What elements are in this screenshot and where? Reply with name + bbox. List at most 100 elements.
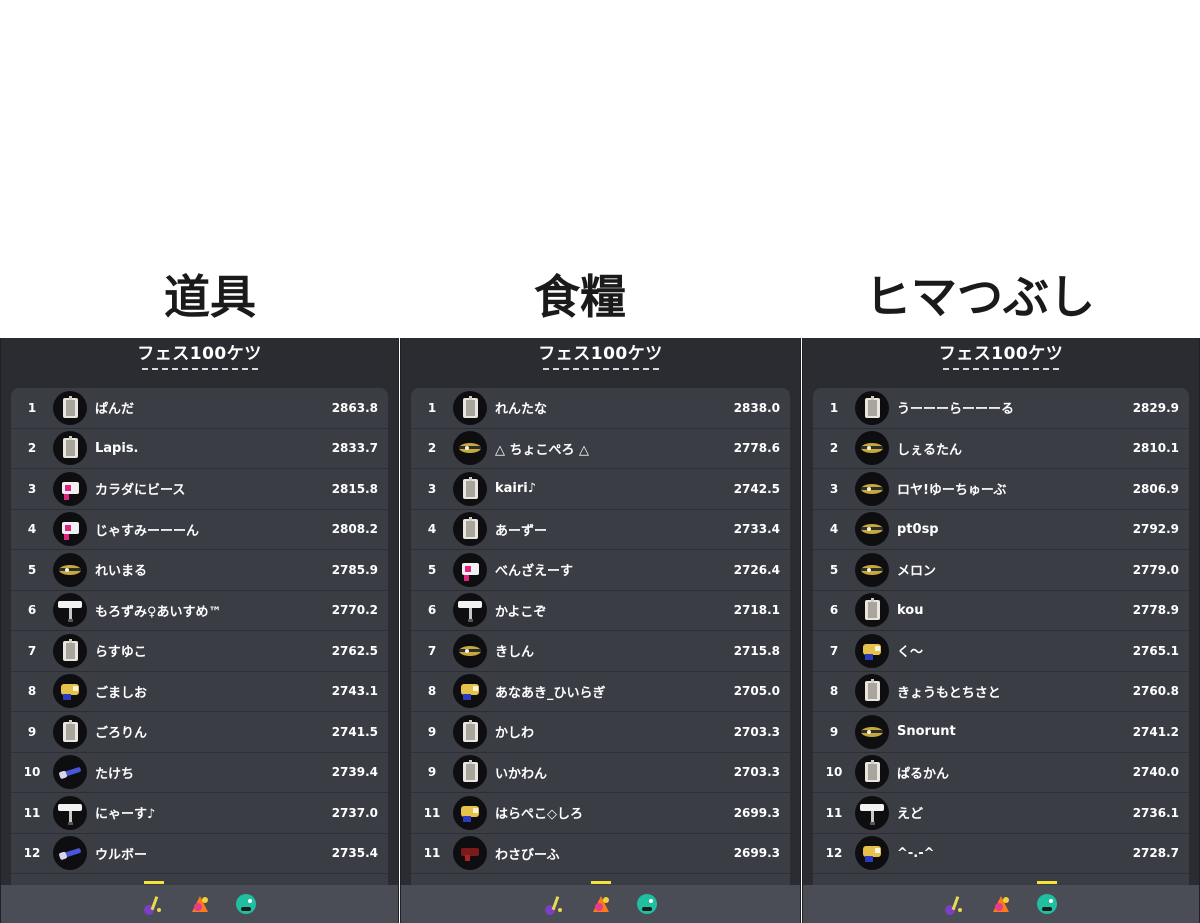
ranking-row[interactable]: 4 あーずー 2733.4 <box>411 510 790 550</box>
ranking-row[interactable]: 9 Snorunt 2741.2 <box>813 712 1189 753</box>
ranking-row[interactable]: 7 きしん 2715.8 <box>411 631 790 672</box>
tab-bar <box>803 881 1199 923</box>
ranking-row[interactable]: 3 カラダにビース 2815.8 <box>11 469 388 510</box>
ranking-row[interactable]: 4 じゃすみーーーん 2808.2 <box>11 510 388 550</box>
fes-power: 2765.1 <box>1132 643 1179 658</box>
leaderboard-panel-tools: フェス100ケツ 1 ぱんだ 2863.8 2 Lapis. 2833.7 3 カラダにビース 2… <box>0 338 399 923</box>
ranking-row[interactable]: 12 ^-.-^ 2728.7 <box>813 834 1189 874</box>
player-name: きしん <box>495 645 535 661</box>
fes-power: 2741.2 <box>1132 724 1179 739</box>
ranking-row[interactable]: 3 kairi♪ 2742.5 <box>411 469 790 510</box>
fes-power: 2742.5 <box>733 481 780 496</box>
weapon-icon <box>53 836 87 871</box>
fes-power: 2736.1 <box>1132 805 1179 820</box>
player-name: Lapis. <box>95 440 139 456</box>
ranking-row[interactable]: 5 べんざえーす 2726.4 <box>411 550 790 591</box>
player-name: うーーーらーーーる <box>897 402 1015 418</box>
fes-power: 2838.0 <box>733 400 780 415</box>
active-tab-indicator <box>590 881 611 884</box>
weapon-icon <box>53 633 87 668</box>
rank-number: 6 <box>829 603 839 618</box>
fes-power: 2699.3 <box>733 846 780 861</box>
tab-tools[interactable] <box>941 890 969 918</box>
ranking-row[interactable]: 9 いかわん 2703.3 <box>411 753 790 793</box>
player-name: ロヤ!ゆーちゅーぶ <box>897 483 1007 499</box>
ranking-row[interactable]: 5 メロン 2779.0 <box>813 550 1189 591</box>
ranking-row[interactable]: 3 ロヤ!ゆーちゅーぶ 2806.9 <box>813 469 1189 510</box>
weapon-icon <box>53 431 87 466</box>
ranking-row[interactable]: 10 ぱるかん 2740.0 <box>813 753 1189 793</box>
ranking-row[interactable]: 6 もろずみ♀あいすめ™ 2770.2 <box>11 591 388 631</box>
weapon-icon <box>453 836 487 871</box>
rank-number: 9 <box>27 724 37 739</box>
ranking-row[interactable]: 6 kou 2778.9 <box>813 591 1189 631</box>
fes-power: 2810.1 <box>1132 441 1179 456</box>
rank-number: 8 <box>27 684 37 699</box>
tab-food[interactable] <box>987 890 1015 918</box>
ranking-row[interactable]: 5 れいまる 2785.9 <box>11 550 388 591</box>
fes-power: 2770.2 <box>331 603 378 618</box>
weapon-icon <box>855 674 889 709</box>
ranking-row[interactable]: 8 きょうもとちさと 2760.8 <box>813 672 1189 712</box>
food-icon <box>186 896 214 922</box>
rank-number: 5 <box>829 562 839 577</box>
ranking-row[interactable]: 12 ウルボー 2735.4 <box>11 834 388 874</box>
ranking-row[interactable]: 4 pt0sp 2792.9 <box>813 510 1189 550</box>
weapon-icon <box>453 471 487 506</box>
fes-power: 2808.2 <box>331 522 378 537</box>
tab-fun[interactable] <box>232 890 260 918</box>
rank-number: 4 <box>829 522 839 537</box>
weapon-icon <box>855 431 889 466</box>
fes-power: 2728.7 <box>1132 846 1179 861</box>
tab-food[interactable] <box>587 881 615 918</box>
ranking-row[interactable]: 1 うーーーらーーーる 2829.9 <box>813 388 1189 429</box>
rank-number: 2 <box>27 441 37 456</box>
ranking-row[interactable]: 8 あなあき_ひいらぎ 2705.0 <box>411 672 790 712</box>
tab-food[interactable] <box>186 890 214 918</box>
leaderboard-panel-fun: フェス100ケツ 1 うーーーらーーーる 2829.9 2 しぇるたん 2810.1 3 ロヤ!… <box>802 338 1200 923</box>
player-name: pt0sp <box>897 521 939 537</box>
ranking-row[interactable]: 9 ごろりん 2741.5 <box>11 712 388 753</box>
ranking-row[interactable]: 9 かしわ 2703.3 <box>411 712 790 753</box>
ranking-row[interactable]: 11 わさびーふ 2699.3 <box>411 834 790 874</box>
weapon-icon <box>53 390 87 425</box>
weapon-icon <box>855 836 889 871</box>
tools-icon <box>140 896 168 922</box>
ranking-row[interactable]: 11 はらぺこ◇しろ 2699.3 <box>411 793 790 834</box>
tab-tools[interactable] <box>140 881 168 918</box>
caption-food: 食糧 <box>534 270 626 324</box>
fes-power: 2806.9 <box>1132 481 1179 496</box>
player-name: らすゆこ <box>95 645 147 661</box>
rank-number: 6 <box>427 603 437 618</box>
rank-number: 9 <box>427 765 437 780</box>
ranking-row[interactable]: 11 にゃーす♪ 2737.0 <box>11 793 388 834</box>
tab-tools[interactable] <box>541 890 569 918</box>
ranking-row[interactable]: 1 れんたな 2838.0 <box>411 388 790 429</box>
ranking-row[interactable]: 2 Lapis. 2833.7 <box>11 429 388 469</box>
rank-number: 1 <box>27 400 37 415</box>
player-name: たけち <box>95 766 135 782</box>
player-name: しぇるたん <box>897 442 963 458</box>
rank-number: 4 <box>427 522 437 537</box>
rank-number: 2 <box>427 441 437 456</box>
ranking-row[interactable]: 7 らすゆこ 2762.5 <box>11 631 388 672</box>
ranking-row[interactable]: 1 ぱんだ 2863.8 <box>11 388 388 429</box>
ranking-row[interactable]: 2 △ ちょこぺろ △ 2778.6 <box>411 429 790 469</box>
tab-fun[interactable] <box>633 890 661 918</box>
weapon-icon <box>855 593 889 628</box>
ranking-row[interactable]: 10 たけち 2739.4 <box>11 753 388 793</box>
tab-fun[interactable] <box>1033 881 1061 918</box>
ranking-row[interactable]: 7 く〜 2765.1 <box>813 631 1189 672</box>
ranking-row[interactable]: 8 ごましお 2743.1 <box>11 672 388 712</box>
player-name: ^-.-^ <box>897 845 935 861</box>
ranking-row[interactable]: 11 えど 2736.1 <box>813 793 1189 834</box>
player-name: れんたな <box>495 402 548 418</box>
ranking-row[interactable]: 2 しぇるたん 2810.1 <box>813 429 1189 469</box>
fes-power: 2833.7 <box>331 441 378 456</box>
weapon-icon <box>453 431 487 466</box>
player-name: あなあき_ひいらぎ <box>495 685 606 701</box>
ranking-row[interactable]: 6 かよこぞ 2718.1 <box>411 591 790 631</box>
fes-power: 2737.0 <box>331 805 378 820</box>
weapon-icon <box>453 512 487 547</box>
weapon-icon <box>855 633 889 668</box>
